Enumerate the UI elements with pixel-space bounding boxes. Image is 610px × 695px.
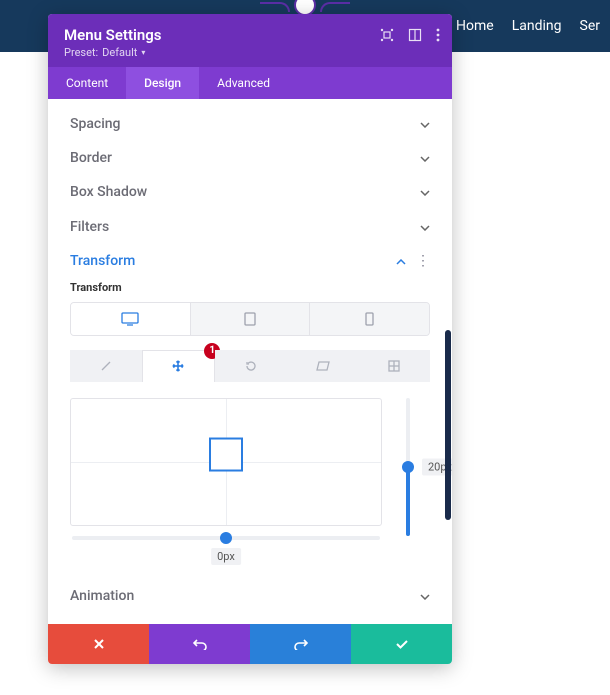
panel-tabs: Content Design Advanced bbox=[48, 67, 452, 99]
tab-content[interactable]: Content bbox=[48, 67, 126, 99]
settings-panel: Menu Settings Preset: Default ▾ bbox=[48, 14, 452, 664]
chevron-down-icon bbox=[420, 588, 430, 604]
section-label: Filters bbox=[70, 219, 109, 235]
x-offset-value: 0px bbox=[211, 548, 241, 565]
discard-button[interactable] bbox=[48, 624, 149, 664]
panel-body: Spacing Border Box Shadow Filters bbox=[48, 99, 452, 624]
transform-tool-tabs: 1 bbox=[70, 350, 430, 382]
tool-rotate[interactable] bbox=[215, 350, 287, 382]
tab-design[interactable]: Design bbox=[126, 67, 199, 99]
chevron-down-icon bbox=[420, 116, 430, 132]
transform-canvas[interactable] bbox=[70, 398, 382, 526]
section-label: Transform bbox=[70, 253, 135, 269]
expand-icon[interactable] bbox=[380, 28, 394, 42]
section-filters[interactable]: Filters bbox=[70, 210, 430, 244]
section-animation[interactable]: Animation bbox=[70, 580, 430, 614]
section-box-shadow[interactable]: Box Shadow bbox=[70, 176, 430, 210]
slider-thumb[interactable] bbox=[402, 461, 414, 473]
tool-translate[interactable]: 1 bbox=[142, 350, 216, 382]
device-tabs bbox=[70, 302, 430, 336]
slider-thumb[interactable] bbox=[220, 532, 232, 544]
transform-preview-box[interactable] bbox=[209, 437, 243, 471]
section-label: Box Shadow bbox=[70, 184, 147, 200]
section-label: Border bbox=[70, 150, 112, 166]
section-transform[interactable]: Transform ⋮ bbox=[70, 244, 430, 278]
transform-controls: Transform bbox=[70, 281, 430, 566]
section-kebab-icon[interactable]: ⋮ bbox=[416, 253, 430, 269]
section-label: Animation bbox=[70, 588, 134, 604]
panel-scrollbar[interactable] bbox=[445, 330, 451, 520]
save-button[interactable] bbox=[351, 624, 452, 664]
kebab-menu-icon[interactable] bbox=[436, 28, 440, 42]
tab-advanced[interactable]: Advanced bbox=[199, 67, 288, 99]
transform-label: Transform bbox=[70, 281, 430, 294]
undo-button[interactable] bbox=[149, 624, 250, 664]
y-offset-slider[interactable]: 20px 2 bbox=[392, 396, 432, 538]
preset-value: Default bbox=[102, 46, 137, 59]
tool-origin[interactable] bbox=[358, 350, 430, 382]
section-border[interactable]: Border bbox=[70, 141, 430, 175]
layout-split-icon[interactable] bbox=[408, 28, 422, 42]
panel-footer bbox=[48, 624, 452, 664]
caret-down-icon: ▾ bbox=[141, 48, 145, 57]
chevron-down-icon bbox=[420, 184, 430, 200]
redo-button[interactable] bbox=[250, 624, 351, 664]
device-tablet[interactable] bbox=[191, 303, 311, 335]
transform-canvas-area: 20px 2 0px bbox=[70, 398, 430, 566]
device-desktop[interactable] bbox=[71, 303, 191, 335]
nav-home[interactable]: Home bbox=[456, 18, 494, 34]
panel-header: Menu Settings Preset: Default ▾ bbox=[48, 14, 452, 67]
x-offset-slider[interactable]: 0px bbox=[70, 526, 382, 566]
tool-skew[interactable] bbox=[287, 350, 359, 382]
nav-landing[interactable]: Landing bbox=[512, 18, 562, 34]
nav-services-cut[interactable]: Ser bbox=[580, 18, 600, 34]
chevron-down-icon bbox=[420, 219, 430, 235]
device-phone[interactable] bbox=[310, 303, 429, 335]
section-spacing[interactable]: Spacing bbox=[70, 107, 430, 141]
chevron-up-icon bbox=[396, 253, 406, 269]
chevron-down-icon bbox=[420, 150, 430, 166]
tool-scale[interactable] bbox=[70, 350, 142, 382]
preset-label: Preset: bbox=[64, 46, 98, 59]
section-label: Spacing bbox=[70, 116, 121, 132]
preset-selector[interactable]: Preset: Default ▾ bbox=[64, 46, 436, 59]
